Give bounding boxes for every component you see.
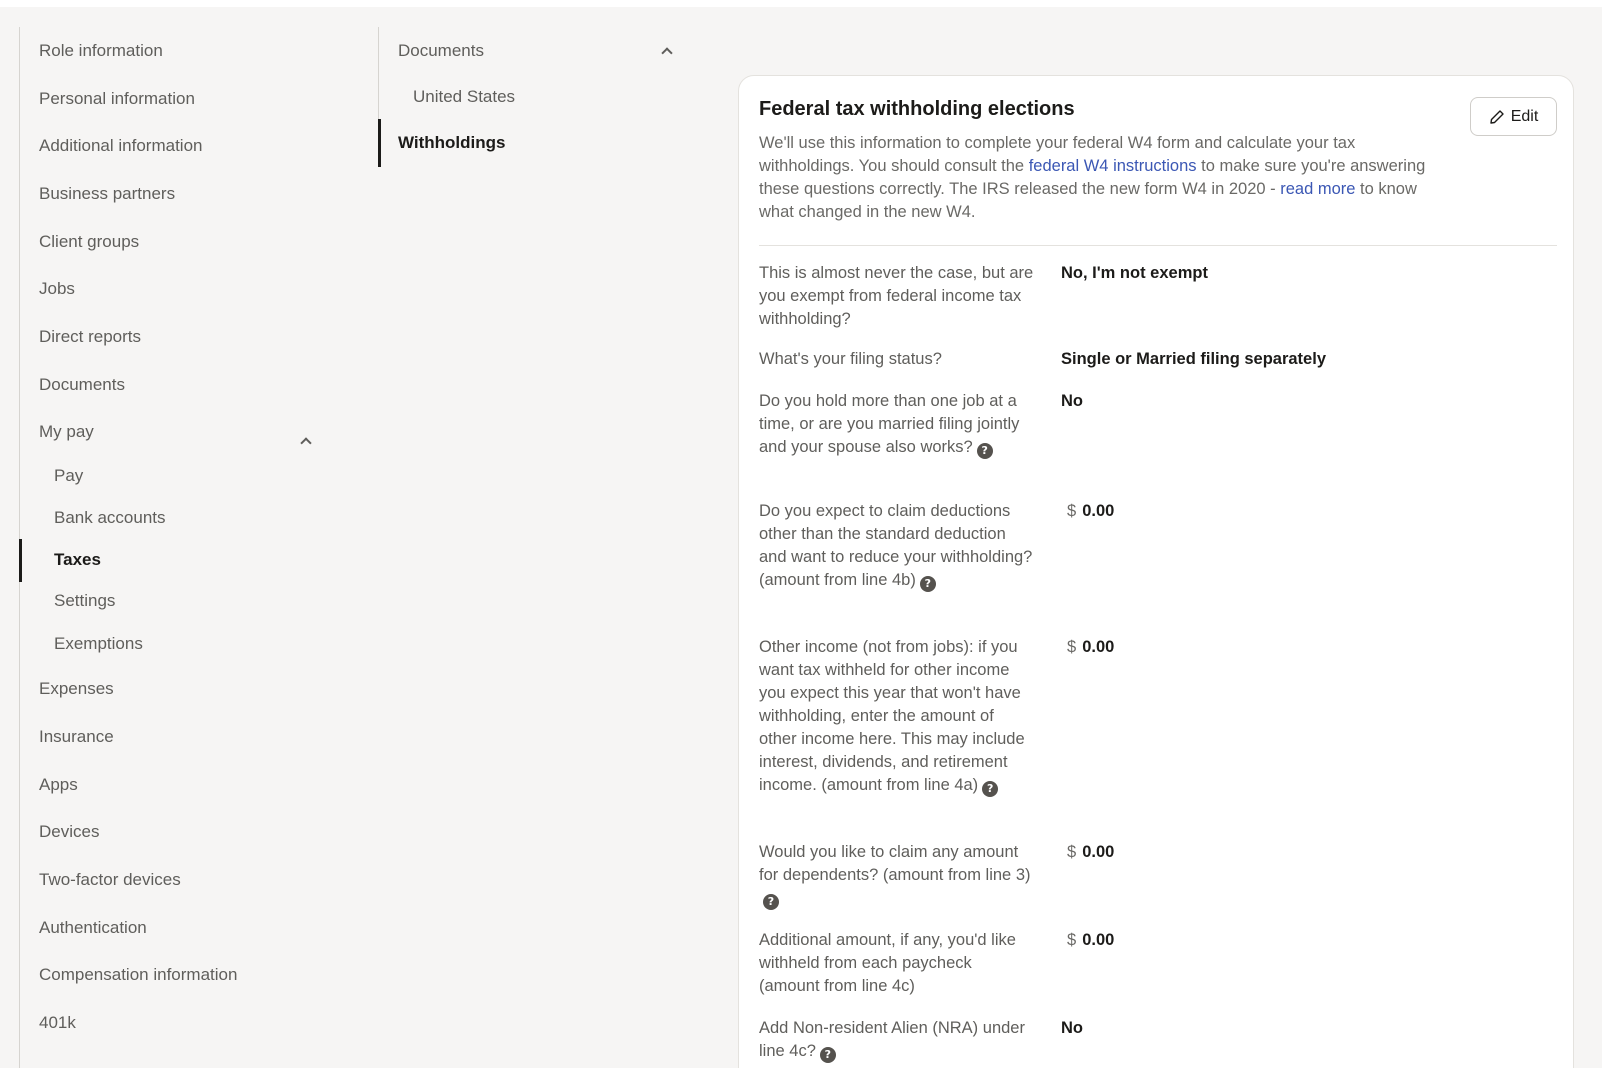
question-text: What's your filing status? — [759, 350, 942, 368]
nav-item-expenses[interactable]: Expenses — [39, 679, 114, 699]
answer-additional-amount-value: $0.00 — [1061, 929, 1114, 952]
answer-other-income-value: $0.00 — [1061, 636, 1114, 659]
answer-deductions-value: $0.00 — [1061, 500, 1114, 523]
currency-symbol: $ — [1067, 638, 1077, 656]
question-other-income-label: Other income (not from jobs): if you wan… — [759, 636, 1034, 797]
question-text: This is almost never the case, but are y… — [759, 264, 1034, 328]
currency-symbol: $ — [1067, 931, 1077, 949]
amount-value: 0.00 — [1082, 931, 1115, 949]
nav-item-my-pay[interactable]: My pay — [39, 422, 94, 442]
question-exempt-label: This is almost never the case, but are y… — [759, 262, 1034, 331]
amount-value: 0.00 — [1082, 638, 1115, 656]
nav-item-apps[interactable]: Apps — [39, 775, 78, 795]
edit-button[interactable]: Edit — [1470, 97, 1557, 136]
read-more-link[interactable]: read more — [1280, 180, 1355, 198]
nav-item-role-information[interactable]: Role information — [39, 41, 163, 61]
question-circle-icon[interactable]: ? — [976, 442, 993, 459]
answer-multiple-jobs-value: No — [1061, 392, 1083, 410]
nav-item-personal-information[interactable]: Personal information — [39, 89, 195, 109]
nav-item-pay[interactable]: Pay — [54, 466, 83, 486]
question-text: Do you expect to claim deductions other … — [759, 502, 1033, 589]
active-nav-indicator — [19, 539, 22, 582]
card-title: Federal tax withholding elections — [759, 98, 1075, 120]
nav-item-401k[interactable]: 401k — [39, 1013, 76, 1033]
chevron-up-icon[interactable] — [661, 47, 673, 59]
question-circle-icon[interactable]: ? — [982, 780, 999, 797]
nav-item-compensation-information[interactable]: Compensation information — [39, 965, 237, 985]
nav-item-direct-reports[interactable]: Direct reports — [39, 327, 141, 347]
question-deductions-label: Do you expect to claim deductions other … — [759, 500, 1034, 592]
answer-nra-value: No — [1061, 1019, 1083, 1037]
documents-sub-nav: Documents United States Withholdings — [378, 27, 678, 167]
question-nra-label: Add Non-resident Alien (NRA) under line … — [759, 1017, 1034, 1063]
nav-item-taxes[interactable]: Taxes — [54, 550, 101, 570]
card-description: We'll use this information to complete y… — [759, 132, 1449, 224]
question-circle-icon[interactable]: ? — [819, 1046, 836, 1063]
question-filing-status-label: What's your filing status? — [759, 348, 1034, 371]
question-text: Additional amount, if any, you'd like wi… — [759, 931, 1016, 995]
nav-item-exemptions[interactable]: Exemptions — [54, 634, 143, 654]
nav-item-authentication[interactable]: Authentication — [39, 918, 147, 938]
federal-w4-instructions-link[interactable]: federal W4 instructions — [1029, 157, 1197, 175]
nav-item-bank-accounts[interactable]: Bank accounts — [54, 508, 166, 528]
question-circle-icon[interactable]: ? — [763, 893, 779, 910]
nav-item-additional-information[interactable]: Additional information — [39, 136, 202, 156]
question-text: Would you like to claim any amount for d… — [759, 843, 1031, 884]
nav-item-withholdings[interactable]: Withholdings — [398, 133, 506, 153]
pencil-icon — [1490, 109, 1504, 124]
currency-symbol: $ — [1067, 502, 1077, 520]
federal-tax-withholding-card: Federal tax withholding elections Edit W… — [738, 75, 1574, 1076]
chevron-up-icon[interactable] — [300, 437, 312, 449]
answer-exempt-value: No, I'm not exempt — [1061, 264, 1208, 282]
question-dependents-label: Would you like to claim any amount for d… — [759, 841, 1034, 910]
active-nav-indicator — [378, 119, 381, 167]
answer-filing-status-value: Single or Married filing separately — [1061, 350, 1326, 368]
amount-value: 0.00 — [1082, 502, 1115, 520]
bottom-bar — [0, 1068, 1602, 1076]
nav-item-business-partners[interactable]: Business partners — [39, 184, 175, 204]
amount-value: 0.00 — [1082, 843, 1115, 861]
nav-item-two-factor-devices[interactable]: Two-factor devices — [39, 870, 181, 890]
left-sidebar-nav: Role information Personal information Ad… — [19, 27, 339, 1068]
answer-dependents-value: $0.00 — [1061, 841, 1114, 864]
currency-symbol: $ — [1067, 843, 1077, 861]
question-multiple-jobs-label: Do you hold more than one job at a time,… — [759, 390, 1034, 459]
question-text: Other income (not from jobs): if you wan… — [759, 638, 1025, 794]
top-bar — [0, 0, 1602, 7]
nav-section-documents[interactable]: Documents — [398, 41, 484, 61]
divider — [759, 245, 1557, 246]
nav-item-client-groups[interactable]: Client groups — [39, 232, 139, 252]
question-text: Add Non-resident Alien (NRA) under line … — [759, 1019, 1025, 1060]
nav-item-settings[interactable]: Settings — [54, 591, 115, 611]
edit-button-label: Edit — [1510, 107, 1539, 125]
nav-item-jobs[interactable]: Jobs — [39, 279, 75, 299]
nav-item-united-states[interactable]: United States — [413, 87, 515, 107]
nav-item-insurance[interactable]: Insurance — [39, 727, 114, 747]
question-additional-amount-label: Additional amount, if any, you'd like wi… — [759, 929, 1034, 998]
nav-item-documents[interactable]: Documents — [39, 375, 125, 395]
question-circle-icon[interactable]: ? — [919, 575, 936, 592]
nav-item-devices[interactable]: Devices — [39, 822, 99, 842]
